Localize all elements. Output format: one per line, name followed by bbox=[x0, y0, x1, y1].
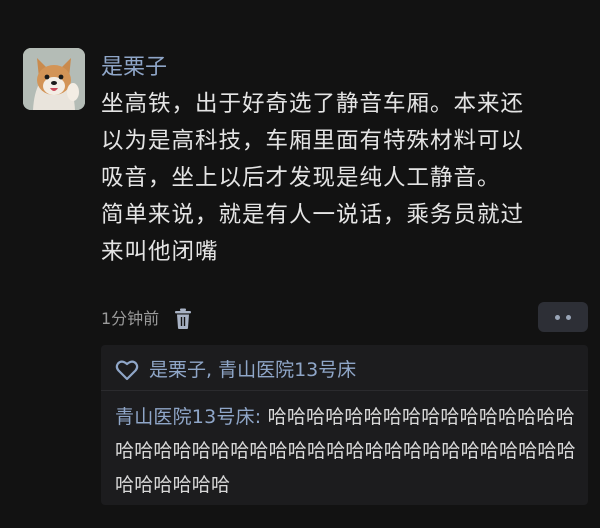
liker-names[interactable]: 是栗子, 青山医院13号床 bbox=[149, 355, 356, 385]
post-meta: 1分钟前 bbox=[101, 305, 193, 333]
divider bbox=[101, 390, 588, 391]
post-content-line: 吸音，坐上以后才发现是纯人工静音。 bbox=[101, 165, 501, 191]
post-content-line: 来叫他闭嘴 bbox=[101, 239, 219, 265]
heart-icon bbox=[115, 360, 139, 381]
more-dots-icon bbox=[566, 314, 571, 320]
avatar[interactable] bbox=[23, 48, 85, 110]
comment-item[interactable]: 青山医院13号床: 哈哈哈哈哈哈哈哈哈哈哈哈哈哈哈哈哈哈哈哈哈哈哈哈哈哈哈哈哈哈… bbox=[115, 400, 583, 502]
post-timestamp: 1分钟前 bbox=[101, 309, 160, 328]
trash-icon[interactable] bbox=[173, 308, 193, 330]
moment-post: 是栗子 坐高铁，出于好奇选了静音车厢。本来还 以为是高科技，车厢里面有特殊材料可… bbox=[0, 0, 600, 528]
more-dots-icon bbox=[555, 314, 560, 320]
likes-row: 是栗子, 青山医院13号床 bbox=[115, 355, 356, 385]
interaction-panel: 是栗子, 青山医院13号床 青山医院13号床: 哈哈哈哈哈哈哈哈哈哈哈哈哈哈哈哈… bbox=[101, 345, 588, 505]
post-content-line: 简单来说，就是有人一说话，乘务员就过 bbox=[101, 202, 525, 228]
post-content-line: 以为是高科技，车厢里面有特殊材料可以 bbox=[101, 128, 525, 154]
post-content-line: 坐高铁，出于好奇选了静音车厢。本来还 bbox=[101, 91, 525, 117]
comment-author[interactable]: 青山医院13号床: bbox=[115, 406, 261, 428]
post-username[interactable]: 是栗子 bbox=[101, 54, 167, 82]
post-content: 坐高铁，出于好奇选了静音车厢。本来还 以为是高科技，车厢里面有特殊材料可以 吸音… bbox=[101, 86, 581, 271]
shiba-dog-avatar-icon bbox=[23, 48, 85, 110]
more-options-button[interactable] bbox=[538, 302, 588, 332]
